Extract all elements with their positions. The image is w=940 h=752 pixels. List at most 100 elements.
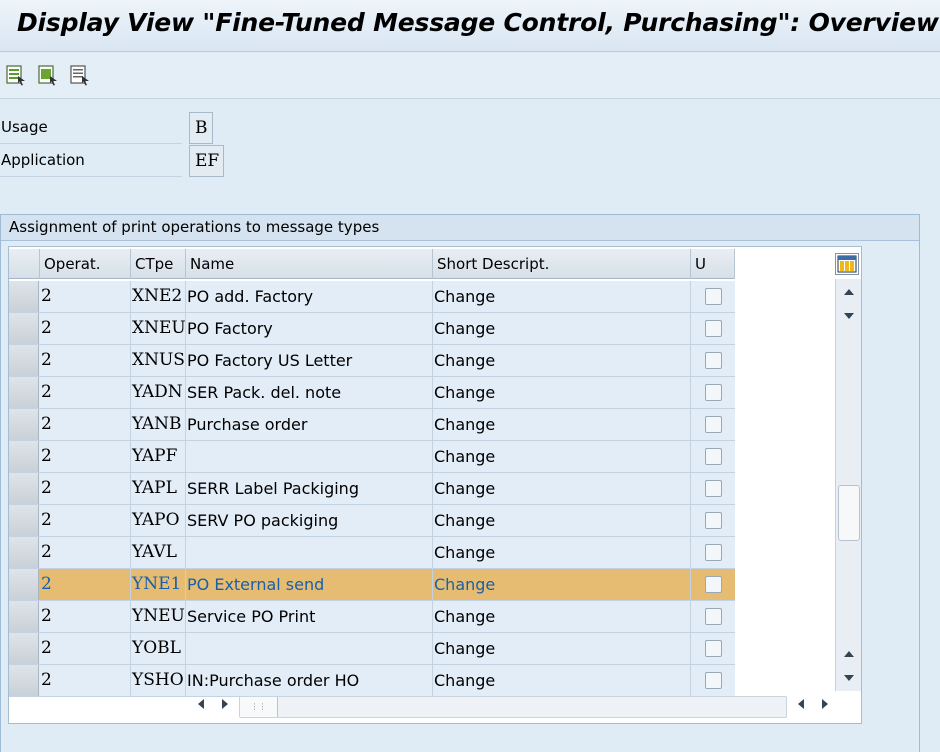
cell-short-descript: Change [433, 441, 691, 472]
row-selector[interactable] [9, 633, 39, 664]
row-selector[interactable] [9, 601, 39, 632]
print-list-icon [70, 65, 89, 86]
copy-select-button[interactable] [36, 63, 60, 87]
table-row[interactable]: 2 XNE2 PO add. Factory Change [9, 281, 735, 313]
horizontal-scrollbar[interactable]: ⋮⋮ [187, 693, 835, 721]
print-list-button[interactable] [68, 63, 92, 87]
cell-name: PO Factory US Letter [186, 345, 433, 376]
vertical-scrollbar[interactable] [835, 279, 861, 691]
cell-ctpe: YSHO [131, 665, 186, 696]
usage-field[interactable]: B [189, 112, 213, 144]
cell-short-descript: Change [433, 473, 691, 504]
u-checkbox[interactable] [705, 576, 722, 593]
cell-operat: 2 [41, 409, 131, 440]
table-row[interactable]: 2 YAPL SERR Label Packiging Change [9, 473, 735, 505]
scroll-far-right-button[interactable] [817, 699, 833, 715]
row-selector[interactable] [9, 569, 39, 600]
u-checkbox[interactable] [705, 544, 722, 561]
column-header-u[interactable]: U [691, 249, 735, 279]
triangle-left-icon [798, 699, 804, 709]
scroll-down-button[interactable] [840, 669, 858, 687]
u-checkbox[interactable] [705, 288, 722, 305]
application-toolbar [0, 53, 940, 99]
row-selector[interactable] [9, 505, 39, 536]
cell-ctpe: YANB [131, 409, 186, 440]
column-header-operat[interactable]: Operat. [40, 249, 131, 279]
row-selector[interactable] [9, 409, 39, 440]
table-row[interactable]: 2 YOBL Change [9, 633, 735, 665]
cell-ctpe: YAVL [131, 537, 186, 568]
scroll-left-button[interactable] [193, 699, 209, 715]
row-selector[interactable] [9, 345, 39, 376]
u-checkbox[interactable] [705, 320, 722, 337]
scroll-up-button[interactable] [840, 645, 858, 663]
row-selector[interactable] [9, 281, 39, 312]
u-checkbox[interactable] [705, 352, 722, 369]
u-checkbox[interactable] [705, 416, 722, 433]
scroll-far-left-button[interactable] [793, 699, 809, 715]
cell-ctpe: YAPF [131, 441, 186, 472]
details-button[interactable] [4, 63, 28, 87]
triangle-down-icon [844, 675, 854, 681]
cell-operat: 2 [41, 473, 131, 504]
cell-operat: 2 [41, 537, 131, 568]
cell-name: PO External send [186, 569, 433, 600]
column-header-name[interactable]: Name [186, 249, 433, 279]
u-checkbox[interactable] [705, 384, 722, 401]
row-selector[interactable] [9, 377, 39, 408]
u-checkbox[interactable] [705, 448, 722, 465]
cell-name: SERR Label Packiging [186, 473, 433, 504]
scroll-page-down-button[interactable] [840, 307, 858, 325]
cell-operat: 2 [41, 313, 131, 344]
application-field[interactable]: EF [189, 145, 224, 177]
cell-name: PO add. Factory [186, 281, 433, 312]
scroll-page-up-button[interactable] [840, 283, 858, 301]
u-checkbox[interactable] [705, 672, 722, 689]
u-checkbox[interactable] [705, 640, 722, 657]
horizontal-scroll-thumb[interactable]: ⋮⋮ [240, 697, 278, 717]
copy-select-icon [38, 65, 57, 86]
row-selector[interactable] [9, 665, 39, 696]
vertical-scroll-thumb[interactable] [838, 485, 860, 541]
row-selector[interactable] [9, 537, 39, 568]
table-row[interactable]: 2 XNUS PO Factory US Letter Change [9, 345, 735, 377]
cell-ctpe: XNE2 [131, 281, 186, 312]
cell-name: Purchase order [186, 409, 433, 440]
cell-ctpe: YOBL [131, 633, 186, 664]
cell-name [186, 633, 433, 664]
cell-short-descript: Change [433, 569, 691, 600]
table-row[interactable]: 2 YAVL Change [9, 537, 735, 569]
row-selector[interactable] [9, 441, 39, 472]
triangle-right-icon [222, 699, 228, 709]
horizontal-scroll-track[interactable]: ⋮⋮ [239, 696, 787, 718]
column-header-ctpe[interactable]: CTpe [131, 249, 186, 279]
table-row[interactable]: 2 YADN SER Pack. del. note Change [9, 377, 735, 409]
cell-operat: 2 [41, 505, 131, 536]
column-header-short-descript[interactable]: Short Descript. [433, 249, 691, 279]
cell-short-descript: Change [433, 281, 691, 312]
column-settings-button[interactable] [835, 253, 859, 275]
select-all-header[interactable] [9, 249, 40, 279]
u-checkbox[interactable] [705, 608, 722, 625]
u-checkbox[interactable] [705, 512, 722, 529]
row-selector[interactable] [9, 473, 39, 504]
table-row[interactable]: 2 YNEU Service PO Print Change [9, 601, 735, 633]
cell-short-descript: Change [433, 601, 691, 632]
cell-ctpe: XNEU [131, 313, 186, 344]
cell-operat: 2 [41, 633, 131, 664]
row-selector[interactable] [9, 313, 39, 344]
scroll-right-button[interactable] [217, 699, 233, 715]
table-row[interactable]: 2 YNE1 PO External send Change [9, 569, 735, 601]
table-row[interactable]: 2 YAPO SERV PO packiging Change [9, 505, 735, 537]
u-checkbox[interactable] [705, 480, 722, 497]
table-row[interactable]: 2 YANB Purchase order Change [9, 409, 735, 441]
table-row[interactable]: 2 YAPF Change [9, 441, 735, 473]
table-row[interactable]: 2 XNEU PO Factory Change [9, 313, 735, 345]
title-bar: Display View "Fine-Tuned Message Control… [0, 0, 940, 52]
triangle-up-icon [844, 289, 854, 295]
cell-operat: 2 [41, 601, 131, 632]
column-settings-icon [837, 255, 857, 273]
cell-ctpe: YNEU [131, 601, 186, 632]
cell-name: PO Factory [186, 313, 433, 344]
cell-name: SERV PO packiging [186, 505, 433, 536]
